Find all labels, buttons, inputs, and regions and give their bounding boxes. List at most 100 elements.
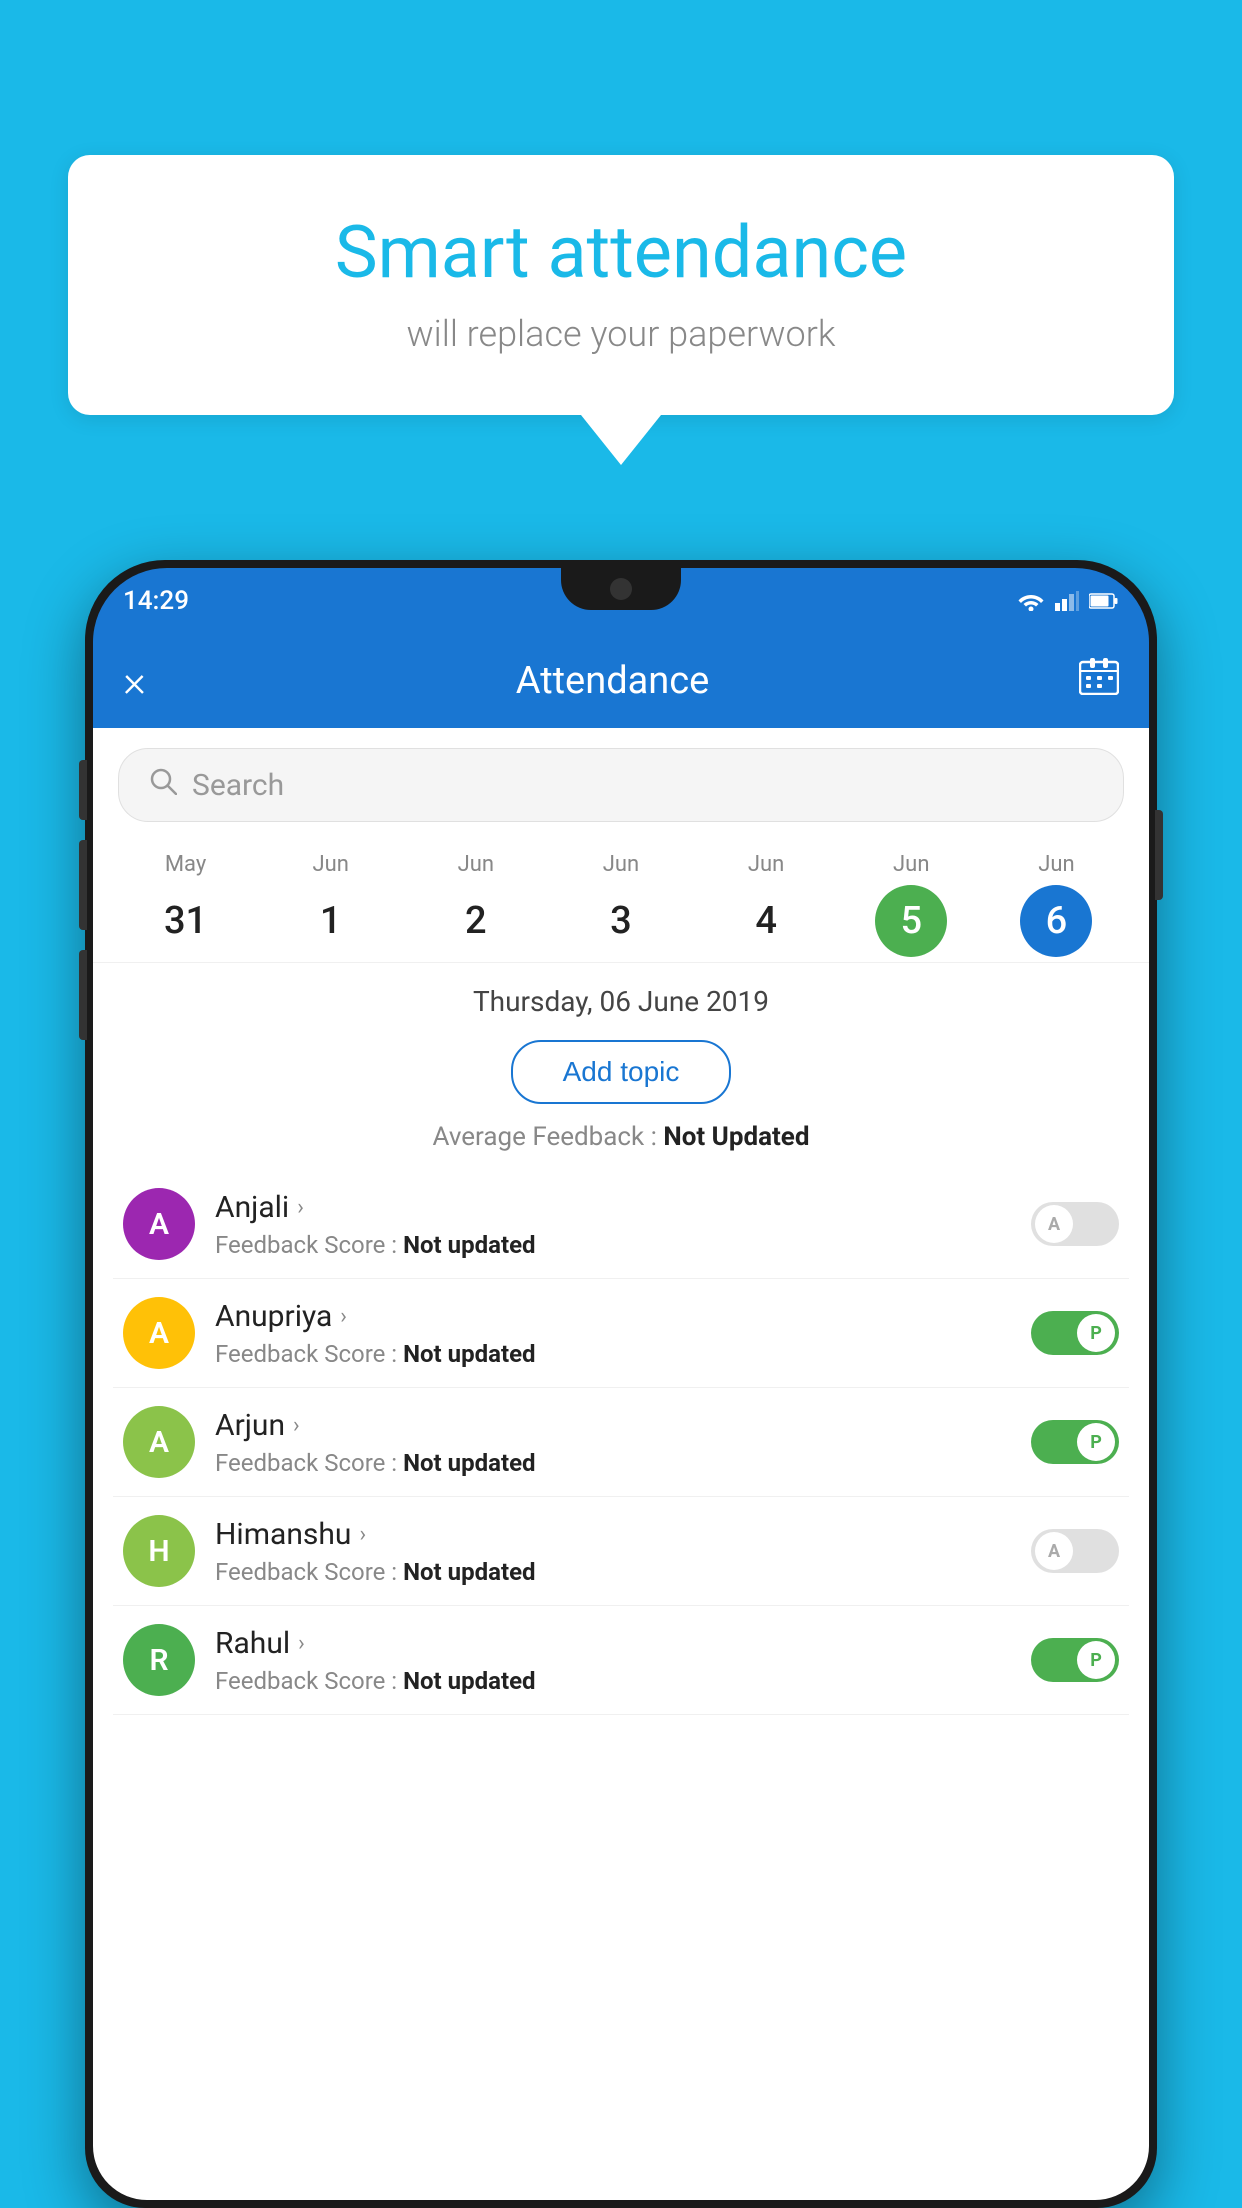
calendar-day[interactable]: Jun 3	[581, 852, 661, 957]
wifi-icon	[1017, 591, 1045, 611]
feedback-label: Feedback Score :	[215, 1340, 403, 1368]
phone-screen: 14:29	[93, 568, 1149, 2200]
student-info: Arjun › Feedback Score : Not updated	[215, 1408, 1031, 1477]
bubble-subtitle: will replace your paperwork	[128, 313, 1114, 355]
cal-month-label: Jun	[748, 852, 784, 877]
battery-icon	[1089, 593, 1119, 609]
toggle-knob: P	[1077, 1314, 1115, 1352]
feedback-value: Not updated	[403, 1231, 535, 1259]
chevron-icon: ›	[297, 1195, 304, 1220]
student-name: Arjun ›	[215, 1408, 1031, 1443]
attendance-toggle[interactable]: P	[1031, 1311, 1119, 1355]
cal-date-number: 2	[440, 885, 512, 957]
cal-date-number: 6	[1020, 885, 1092, 957]
avg-feedback: Average Feedback : Not Updated	[93, 1122, 1149, 1152]
volume-silent-button	[79, 760, 87, 820]
feedback-label: Feedback Score :	[215, 1231, 403, 1259]
screen-content: Search May31 Jun 1 Jun2 Jun 3 Jun 4 Jun5 Jun 6 Thu…	[93, 728, 1149, 2200]
cal-date-number: 1	[295, 885, 367, 957]
add-topic-button[interactable]: Add topic	[511, 1040, 732, 1104]
student-info: Rahul › Feedback Score : Not updated	[215, 1626, 1031, 1695]
student-name: Himanshu ›	[215, 1517, 1031, 1552]
cal-date-number: 4	[730, 885, 802, 957]
power-button	[1155, 810, 1163, 900]
student-avatar: H	[123, 1515, 195, 1587]
cal-month-label: Jun	[603, 852, 639, 877]
bubble-title: Smart attendance	[128, 210, 1114, 295]
student-avatar: R	[123, 1624, 195, 1696]
search-bar[interactable]: Search	[118, 748, 1124, 822]
chevron-icon: ›	[293, 1413, 300, 1438]
student-name-text: Rahul	[215, 1626, 290, 1661]
feedback-value: Not updated	[403, 1340, 535, 1368]
cal-month-label: Jun	[312, 852, 348, 877]
front-camera	[610, 578, 632, 600]
toggle-knob: A	[1035, 1205, 1073, 1243]
feedback-label: Feedback Score :	[215, 1558, 403, 1586]
calendar-strip: May31 Jun 1 Jun2 Jun 3 Jun 4 Jun5 Jun 6	[93, 837, 1149, 963]
toggle-knob: A	[1035, 1532, 1073, 1570]
student-feedback: Feedback Score : Not updated	[215, 1449, 1031, 1477]
student-item[interactable]: AAnjali›Feedback Score : Not updatedA	[113, 1170, 1129, 1279]
cal-month-label: Jun	[1038, 852, 1074, 877]
student-name: Anjali ›	[215, 1190, 1031, 1225]
status-time: 14:29	[123, 586, 189, 616]
cal-date-number: 3	[585, 885, 657, 957]
bubble-tail	[581, 415, 661, 465]
chevron-icon: ›	[298, 1631, 305, 1656]
attendance-toggle[interactable]: A	[1031, 1529, 1119, 1573]
phone-frame: 14:29	[85, 560, 1157, 2208]
feedback-value: Not updated	[403, 1449, 535, 1477]
student-name: Anupriya ›	[215, 1299, 1031, 1334]
student-info: Anupriya › Feedback Score : Not updated	[215, 1299, 1031, 1368]
student-avatar: A	[123, 1297, 195, 1369]
student-name: Rahul ›	[215, 1626, 1031, 1661]
student-feedback: Feedback Score : Not updated	[215, 1558, 1031, 1586]
toggle-knob: P	[1077, 1641, 1115, 1679]
student-name-text: Anupriya	[215, 1299, 332, 1334]
feedback-label: Feedback Score :	[215, 1449, 403, 1477]
search-icon	[149, 767, 177, 803]
calendar-day[interactable]: May31	[146, 852, 226, 957]
student-item[interactable]: AArjun›Feedback Score : Not updatedP	[113, 1388, 1129, 1497]
selected-date-label: Thursday, 06 June 2019	[93, 963, 1149, 1028]
chevron-icon: ›	[359, 1522, 366, 1547]
close-button[interactable]: ×	[123, 655, 146, 707]
student-item[interactable]: R Rahul › Feedback Score : Not updated P	[113, 1606, 1129, 1715]
calendar-day[interactable]: Jun5	[871, 852, 951, 957]
student-item[interactable]: A Anupriya › Feedback Score : Not updated P	[113, 1279, 1129, 1388]
student-name-text: Himanshu	[215, 1517, 351, 1552]
feedback-label: Feedback Score :	[215, 1667, 403, 1695]
chevron-icon: ›	[340, 1304, 347, 1329]
student-info: Himanshu › Feedback Score : Not updated	[215, 1517, 1031, 1586]
student-item[interactable]: HHimanshu›Feedback Score : Not updatedA	[113, 1497, 1129, 1606]
toggle-knob: P	[1077, 1423, 1115, 1461]
feedback-value: Not updated	[403, 1667, 535, 1695]
cal-month-label: May	[165, 852, 206, 877]
avg-feedback-value: Not Updated	[663, 1122, 809, 1152]
speech-bubble-container: Smart attendance will replace your paper…	[68, 155, 1174, 465]
student-name-text: Arjun	[215, 1408, 285, 1443]
volume-up-button	[79, 840, 87, 930]
calendar-day[interactable]: Jun 4	[726, 852, 806, 957]
search-placeholder: Search	[192, 768, 284, 803]
avg-feedback-label: Average Feedback :	[433, 1122, 664, 1152]
calendar-day[interactable]: Jun 6	[1016, 852, 1096, 957]
status-icons	[1017, 591, 1119, 611]
volume-down-button	[79, 950, 87, 1040]
attendance-toggle[interactable]: P	[1031, 1638, 1119, 1682]
app-bar: × Attendance	[93, 633, 1149, 728]
attendance-toggle[interactable]: A	[1031, 1202, 1119, 1246]
calendar-day[interactable]: Jun 1	[291, 852, 371, 957]
feedback-value: Not updated	[403, 1558, 535, 1586]
student-avatar: A	[123, 1188, 195, 1260]
calendar-button[interactable]	[1079, 657, 1119, 704]
attendance-toggle[interactable]: P	[1031, 1420, 1119, 1464]
phone-notch	[561, 568, 681, 610]
calendar-day[interactable]: Jun2	[436, 852, 516, 957]
speech-bubble: Smart attendance will replace your paper…	[68, 155, 1174, 415]
signal-icon	[1055, 591, 1079, 611]
student-feedback: Feedback Score : Not updated	[215, 1231, 1031, 1259]
student-name-text: Anjali	[215, 1190, 289, 1225]
student-list: AAnjali›Feedback Score : Not updatedAAAn…	[93, 1170, 1149, 1715]
